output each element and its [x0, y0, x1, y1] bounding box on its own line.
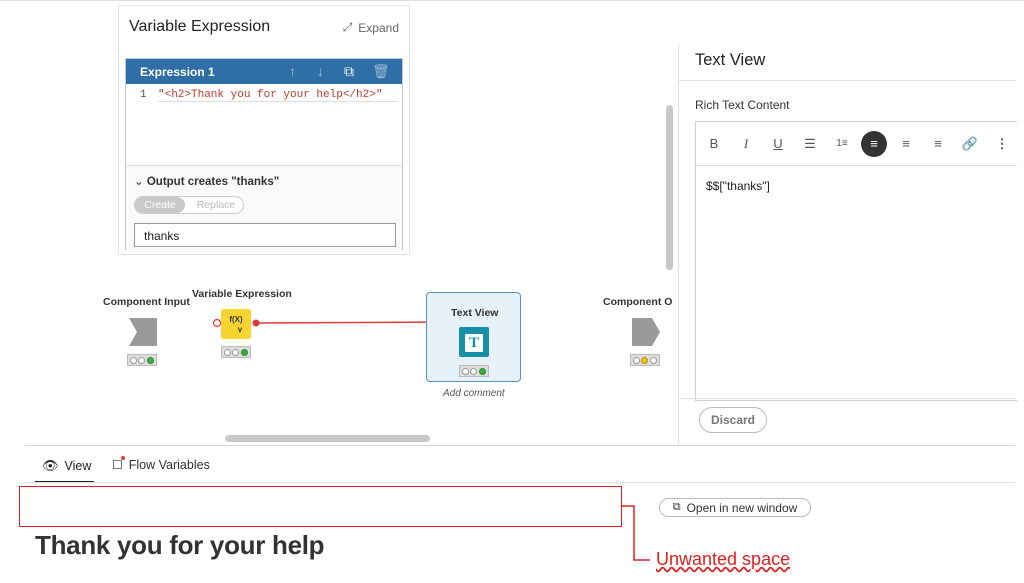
annotation-label: Unwanted space — [656, 549, 791, 569]
annotation-connector — [622, 505, 650, 561]
